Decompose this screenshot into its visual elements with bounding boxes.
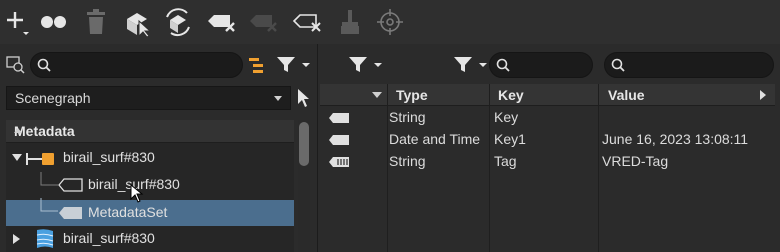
sort-down-icon[interactable] (372, 92, 382, 98)
collapse-arrow-icon[interactable] (13, 234, 21, 244)
tag-remove-icon[interactable] (206, 6, 238, 38)
tree-connector (40, 198, 58, 212)
search-scope-icon[interactable] (6, 56, 26, 77)
filter-dropdown-icon[interactable] (348, 56, 386, 77)
cell-value: VRED-Tag (602, 153, 669, 169)
table-row[interactable]: Date and Time Key1 June 16, 2023 13:08:1… (320, 129, 775, 151)
search-icon (496, 58, 510, 75)
column-divider[interactable] (489, 84, 490, 106)
metadata-tree: Metadata birail_surf#830 birail_surf#830… (6, 120, 294, 252)
cell-type: String (389, 153, 426, 169)
cell-type: String (389, 109, 426, 125)
tree-row-surface[interactable]: birail_surf#830 (6, 226, 294, 252)
tag-outline-icon (58, 178, 83, 192)
column-header-key[interactable]: Key (498, 87, 524, 103)
chevron-down-icon (274, 96, 282, 101)
tag-filled-icon (59, 207, 82, 219)
refresh-metadata-icon[interactable] (162, 6, 194, 38)
search-icon (37, 58, 51, 75)
clean-icon[interactable] (334, 6, 366, 38)
chevron-right-icon[interactable] (760, 90, 766, 100)
tag-edit-icon[interactable] (292, 6, 324, 38)
key-search[interactable] (489, 52, 593, 78)
scrollbar-thumb[interactable] (299, 122, 309, 166)
tree-row-metadata-set[interactable]: MetadataSet (6, 198, 294, 226)
filter-dropdown-icon[interactable] (453, 56, 491, 77)
table-row[interactable]: String Key (320, 107, 775, 129)
filter-dropdown-icon[interactable] (276, 56, 314, 77)
tree-row-metadata[interactable]: birail_surf#830 (6, 172, 294, 198)
tag-disabled-icon[interactable] (248, 6, 280, 38)
tree-header[interactable]: Metadata (6, 120, 294, 143)
value-search[interactable] (604, 52, 774, 78)
tree-scrollbar[interactable] (298, 120, 310, 252)
tree-row-node[interactable]: birail_surf#830 (6, 145, 294, 171)
cell-key: Key1 (494, 131, 526, 147)
tree-row-label: MetadataSet (88, 204, 168, 220)
mouse-cursor-icon (130, 184, 144, 203)
value-search-input[interactable] (629, 55, 765, 75)
column-divider[interactable] (387, 84, 388, 106)
metadata-table: Type Key Value String Key Date and Time … (320, 84, 780, 252)
pick-cursor-icon[interactable] (296, 88, 312, 111)
key-search-input[interactable] (514, 55, 584, 75)
tree-row-label: birail_surf#830 (63, 149, 155, 165)
table-row[interactable]: String Tag VRED-Tag (320, 151, 775, 173)
delete-icon[interactable] (80, 6, 112, 38)
tree-connector (40, 172, 58, 186)
scenegraph-dropdown[interactable]: Scenegraph (6, 86, 291, 110)
surface-icon (36, 229, 54, 248)
tree-header-label: Metadata (14, 123, 75, 139)
tag-string-icon (329, 157, 349, 167)
cell-type: Date and Time (389, 131, 481, 147)
metadata-table-pane: Type Key Value String Key Date and Time … (320, 44, 780, 252)
sort-up-icon (14, 128, 22, 133)
search-icon (611, 58, 625, 75)
add-icon[interactable] (2, 6, 32, 38)
scenegraph-dropdown-label: Scenegraph (15, 90, 91, 106)
column-header-value[interactable]: Value (608, 87, 645, 103)
transform-node-icon (26, 153, 54, 165)
column-divider[interactable] (598, 84, 599, 106)
table-header: Type Key Value (320, 84, 775, 106)
scenegraph-pane: Scenegraph Metadata birail_surf#830 bira… (0, 44, 318, 252)
column-header-type[interactable]: Type (396, 87, 428, 103)
scenegraph-search[interactable] (30, 52, 243, 78)
link-nodes-icon[interactable] (38, 6, 70, 38)
target-icon[interactable] (374, 6, 406, 38)
tree-row-label: birail_surf#830 (63, 230, 155, 246)
date-tag-icon (329, 135, 349, 145)
scenegraph-search-input[interactable] (55, 55, 234, 75)
expand-arrow-icon[interactable] (12, 154, 22, 162)
main-toolbar (0, 0, 780, 44)
cell-value: June 16, 2023 13:08:11 (602, 131, 749, 147)
cell-key: Tag (494, 153, 517, 169)
hierarchy-filter-icon[interactable] (248, 56, 266, 77)
string-tag-icon (329, 113, 349, 123)
cell-key: Key (494, 109, 519, 125)
select-with-metadata-icon[interactable] (122, 6, 154, 38)
